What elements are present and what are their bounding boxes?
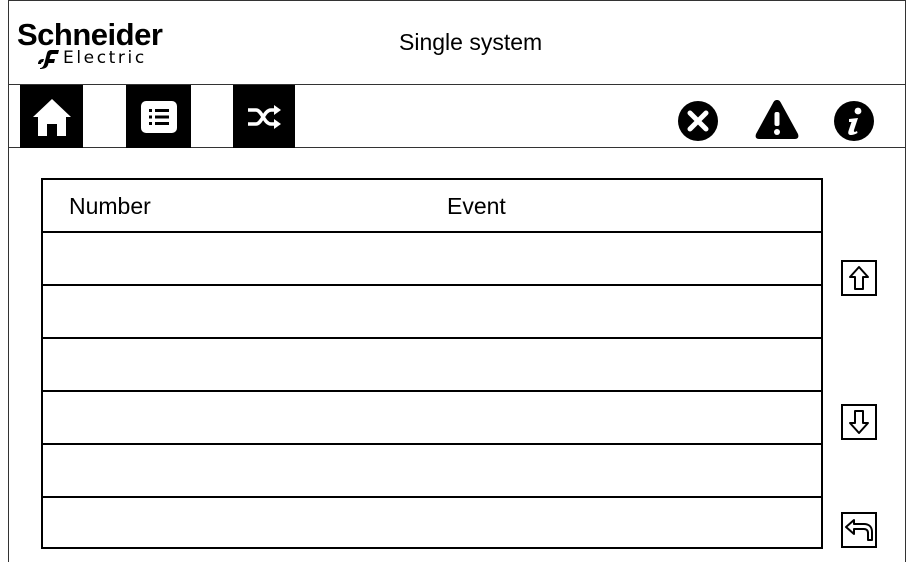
info-icon[interactable]	[833, 100, 875, 142]
table-header: Number Event	[43, 180, 821, 233]
table-row[interactable]	[43, 498, 821, 551]
event-table: Number Event	[41, 178, 823, 549]
table-row[interactable]	[43, 445, 821, 498]
page-title: Single system	[399, 29, 543, 55]
shuffle-icon	[248, 104, 281, 129]
home-button[interactable]	[20, 85, 83, 148]
column-header-event: Event	[447, 193, 506, 219]
table-row[interactable]	[43, 392, 821, 445]
back-button[interactable]	[841, 512, 877, 548]
logo-brand: Schneider	[17, 17, 163, 52]
schneider-electric-logo: Schneider Electric	[17, 17, 202, 72]
table-row[interactable]	[43, 286, 821, 339]
table-row[interactable]	[43, 339, 821, 392]
scroll-up-button[interactable]	[841, 260, 877, 296]
arrow-down-icon	[849, 410, 869, 434]
menu-button[interactable]	[126, 85, 191, 148]
warning-triangle-icon[interactable]	[754, 98, 800, 140]
scroll-down-button[interactable]	[841, 404, 877, 440]
logo-sub: Electric	[63, 48, 147, 68]
home-icon	[32, 98, 71, 136]
transfer-button[interactable]	[233, 85, 295, 148]
list-icon	[140, 100, 177, 133]
close-circle-icon[interactable]	[677, 100, 719, 142]
column-header-number: Number	[69, 193, 151, 219]
table-row[interactable]	[43, 233, 821, 286]
return-arrow-icon	[845, 519, 873, 541]
logo-mark-icon	[38, 50, 59, 69]
arrow-up-icon	[849, 266, 869, 290]
